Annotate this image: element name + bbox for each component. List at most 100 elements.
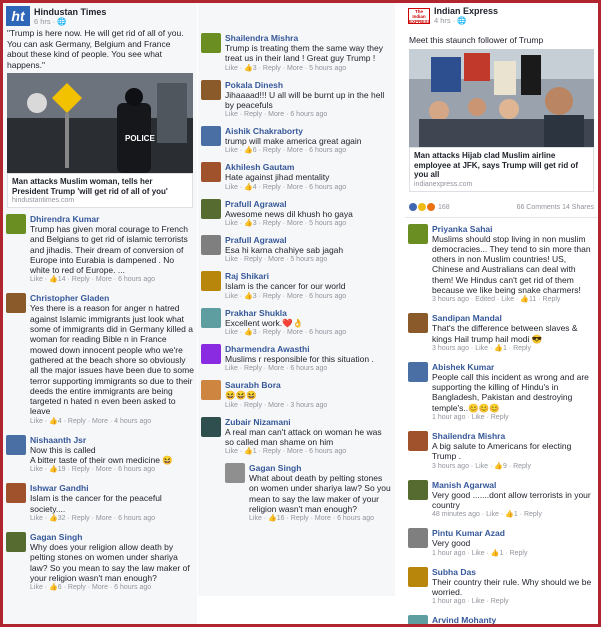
commenter-name[interactable]: Gagan Singh <box>249 463 392 473</box>
avatar[interactable] <box>201 79 221 100</box>
avatar[interactable] <box>408 313 428 334</box>
avatar[interactable] <box>6 483 26 504</box>
avatar[interactable] <box>6 531 26 552</box>
page-name[interactable]: Indian Express <box>434 6 498 16</box>
link-preview-image[interactable] <box>409 49 594 147</box>
comment-text: Muslims should stop living in non muslim… <box>432 233 591 295</box>
commenter-name[interactable]: Manish Agarwal <box>432 480 595 490</box>
commenter-name[interactable]: Aishik Chakraborty <box>225 126 392 136</box>
comment-actions[interactable]: Like · 👍3 · Reply · More · 6 hours ago <box>225 328 392 338</box>
commenter-name[interactable]: Gagan Singh <box>30 532 194 542</box>
comment-actions[interactable]: 3 hours ago · Like · 👍9 · Reply <box>432 462 595 472</box>
comment-list: Priyanka Sahai Muslims should stop living… <box>405 223 598 624</box>
comment-actions[interactable]: Like · Reply · More · 5 hours ago <box>225 255 392 265</box>
avatar[interactable] <box>201 162 221 183</box>
comment-actions[interactable]: Like · 👍4 · Reply · More · 6 hours ago <box>225 183 392 193</box>
comment-actions[interactable]: Like · 👍16 · Reply · More · 6 hours ago <box>249 514 392 524</box>
avatar[interactable] <box>201 235 221 256</box>
comment-actions[interactable]: 48 minutes ago · Like · 👍1 · Reply <box>432 510 595 520</box>
comment-actions[interactable]: Like · 👍32 · Reply · More · 6 hours ago <box>30 514 194 524</box>
avatar[interactable] <box>201 126 221 147</box>
comment-actions[interactable]: Like · 👍14 · Reply · More · 6 hours ago <box>30 275 194 285</box>
comment-actions[interactable]: Like · 👍6 · Reply · More · 6 hours ago <box>30 583 194 593</box>
indian-express-logo[interactable]: The Indian EXPRESS <box>408 7 430 24</box>
commenter-name[interactable]: Prakhar Shukla <box>225 308 392 318</box>
comment: Shailendra Mishra Trump is treating them … <box>198 33 395 74</box>
comment-actions[interactable]: Like · Reply · More · 6 hours ago <box>225 364 392 374</box>
reaction-summary[interactable]: 168 <box>409 203 450 211</box>
comment-list: Dhirendra Kumar Trump has given moral cou… <box>3 214 197 593</box>
commenter-name[interactable]: Akhilesh Gautam <box>225 162 392 172</box>
comment-actions[interactable]: Like · 👍3 · Reply · More · 5 hours ago <box>225 64 392 74</box>
commenter-name[interactable]: Pintu Kumar Azad <box>432 528 595 538</box>
comment-text: Very good .......dont allow terrorists i… <box>432 489 591 510</box>
avatar[interactable] <box>201 198 221 219</box>
avatar[interactable] <box>6 293 26 314</box>
commenter-name[interactable]: Pokala Dinesh <box>225 80 392 90</box>
comment: Manish Agarwal Very good .......dont allo… <box>405 479 598 521</box>
avatar[interactable] <box>201 380 221 401</box>
commenter-name[interactable]: Nishaanth Jsr <box>30 435 194 445</box>
reactions-bar: 168 66 Comments 14 Shares <box>405 198 598 218</box>
avatar[interactable] <box>201 307 221 328</box>
comment-actions[interactable]: Like · 👍19 · Reply · More · 6 hours ago <box>30 465 194 475</box>
comment-actions[interactable]: 1 hour ago · Like · Reply <box>432 597 595 607</box>
commenter-name[interactable]: Arvind Mohanty <box>432 615 595 624</box>
commenter-name[interactable]: Prafull Agrawal <box>225 199 392 209</box>
avatar[interactable] <box>225 463 245 484</box>
link-title[interactable]: Man attacks Muslim woman, tells her Pres… <box>12 177 188 196</box>
comment: Gagan Singh Why does your religion allow … <box>3 531 197 593</box>
link-domain: indianexpress.com <box>414 180 473 188</box>
comment-actions[interactable]: Like · 👍3 · Reply · More · 5 hours ago <box>225 219 392 229</box>
comment-actions[interactable]: Like · 👍4 · Reply · More · 4 hours ago <box>30 417 194 427</box>
link-preview-image[interactable]: POLICE <box>7 73 193 173</box>
comment-share-count[interactable]: 66 Comments 14 Shares <box>517 204 594 211</box>
post-time[interactable]: 6 hrs · 🌐 <box>34 17 106 26</box>
hindustan-times-logo[interactable]: ht <box>6 6 30 26</box>
commenter-name[interactable]: Raj Shikari <box>225 271 392 281</box>
avatar[interactable] <box>201 416 221 437</box>
commenter-name[interactable]: Dharmendra Awasthi <box>225 344 392 354</box>
avatar[interactable] <box>201 271 221 292</box>
comment-actions[interactable]: 1 hour ago · Like · Reply <box>432 413 595 423</box>
commenter-name[interactable]: Shailendra Mishra <box>432 431 595 441</box>
commenter-name[interactable]: Sandipan Mandal <box>432 313 595 323</box>
commenter-name[interactable]: Saurabh Bora <box>225 380 392 390</box>
commenter-name[interactable]: Abishek Kumar <box>432 362 595 372</box>
comment-actions[interactable]: Like · 👍3 · Reply · More · 6 hours ago <box>225 292 392 302</box>
avatar[interactable] <box>408 566 428 587</box>
avatar[interactable] <box>408 479 428 500</box>
commenter-name[interactable]: Subha Das <box>432 567 595 577</box>
link-title[interactable]: Man attacks Hijab clad Muslim airline em… <box>414 151 589 180</box>
page-name[interactable]: Hindustan Times <box>34 7 106 17</box>
comment-actions[interactable]: Like · Reply · More · 6 hours ago <box>225 110 392 120</box>
commenter-name[interactable]: Dhirendra Kumar <box>30 214 194 224</box>
commenter-name[interactable]: Christopher Gladen <box>30 293 194 303</box>
comment-actions[interactable]: Like · 👍6 · Reply · More · 6 hours ago <box>225 146 392 156</box>
avatar[interactable] <box>408 223 428 244</box>
comment-actions[interactable]: Like · Reply · More · 3 hours ago <box>225 401 392 411</box>
avatar[interactable] <box>201 343 221 364</box>
commenter-name[interactable]: Priyanka Sahai <box>432 224 595 234</box>
avatar[interactable] <box>201 33 221 53</box>
commenter-name[interactable]: Ishwar Gandhi <box>30 483 194 493</box>
police-label: POLICE <box>125 134 155 143</box>
link-preview-box[interactable]: Man attacks Hijab clad Muslim airline em… <box>409 147 594 192</box>
avatar[interactable] <box>6 214 26 234</box>
comment-actions[interactable]: 3 hours ago · Like · 👍1 · Reply <box>432 344 595 354</box>
indian-express-post: The Indian EXPRESS Indian Express 4 hrs … <box>405 3 598 624</box>
avatar[interactable] <box>408 361 428 382</box>
comment-text: Islam is the cancer for the peaceful soc… <box>30 493 162 514</box>
comment-actions[interactable]: 1 hour ago · Like · 👍1 · Reply <box>432 549 595 559</box>
avatar[interactable] <box>408 431 428 452</box>
link-preview-box[interactable]: Man attacks Muslim woman, tells her Pres… <box>7 173 193 208</box>
commenter-name[interactable]: Prafull Agrawal <box>225 235 392 245</box>
commenter-name[interactable]: Zubair Nizamani <box>225 417 392 427</box>
post-time[interactable]: 4 hrs · 🌐 <box>434 16 498 25</box>
commenter-name[interactable]: Shailendra Mishra <box>225 33 392 43</box>
comment-actions[interactable]: 3 hours ago · Edited · Like · 👍11 · Repl… <box>432 295 595 305</box>
avatar[interactable] <box>408 615 428 624</box>
comment-actions[interactable]: Like · 👍1 · Reply · More · 6 hours ago <box>225 447 392 457</box>
avatar[interactable] <box>6 434 26 455</box>
avatar[interactable] <box>408 528 428 549</box>
